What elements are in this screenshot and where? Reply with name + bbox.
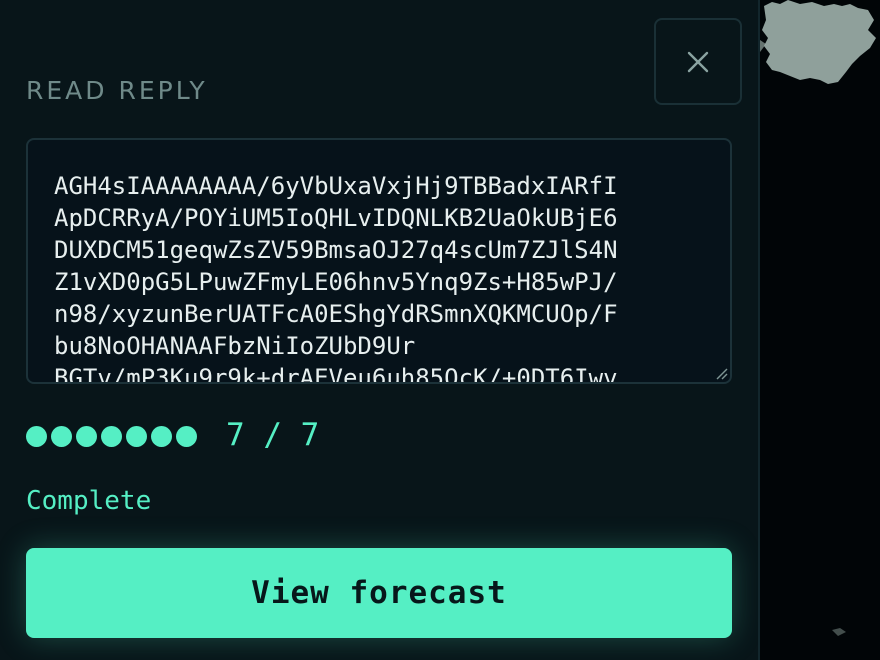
reply-text[interactable]: AGH4sIAAAAAAAA/6yVbUxaVxjHj9TBBadxIARfI … — [54, 170, 714, 382]
map-landmass — [760, 0, 876, 636]
progress-dot — [151, 426, 172, 447]
close-button[interactable] — [654, 18, 742, 105]
resize-grip-icon[interactable] — [714, 366, 728, 380]
dialog-title: READ REPLY — [26, 76, 208, 105]
progress-dot — [76, 426, 97, 447]
reply-panel: READ REPLY AGH4sIAAAAAAAA/6yVbUxaVxjHj9T… — [0, 0, 758, 660]
progress-count: 7 / 7 — [226, 417, 320, 453]
progress-dots — [26, 426, 197, 447]
progress-dot — [126, 426, 147, 447]
progress-dot — [51, 426, 72, 447]
progress-dot — [101, 426, 122, 447]
status-text: Complete — [26, 486, 152, 516]
view-forecast-button[interactable]: View forecast — [26, 548, 732, 638]
close-icon — [687, 51, 709, 72]
progress-dot — [176, 426, 197, 447]
progress-dot — [26, 426, 47, 447]
reply-textarea[interactable]: AGH4sIAAAAAAAA/6yVbUxaVxjHj9TBBadxIARfI … — [26, 138, 732, 384]
map-area[interactable] — [760, 0, 880, 660]
